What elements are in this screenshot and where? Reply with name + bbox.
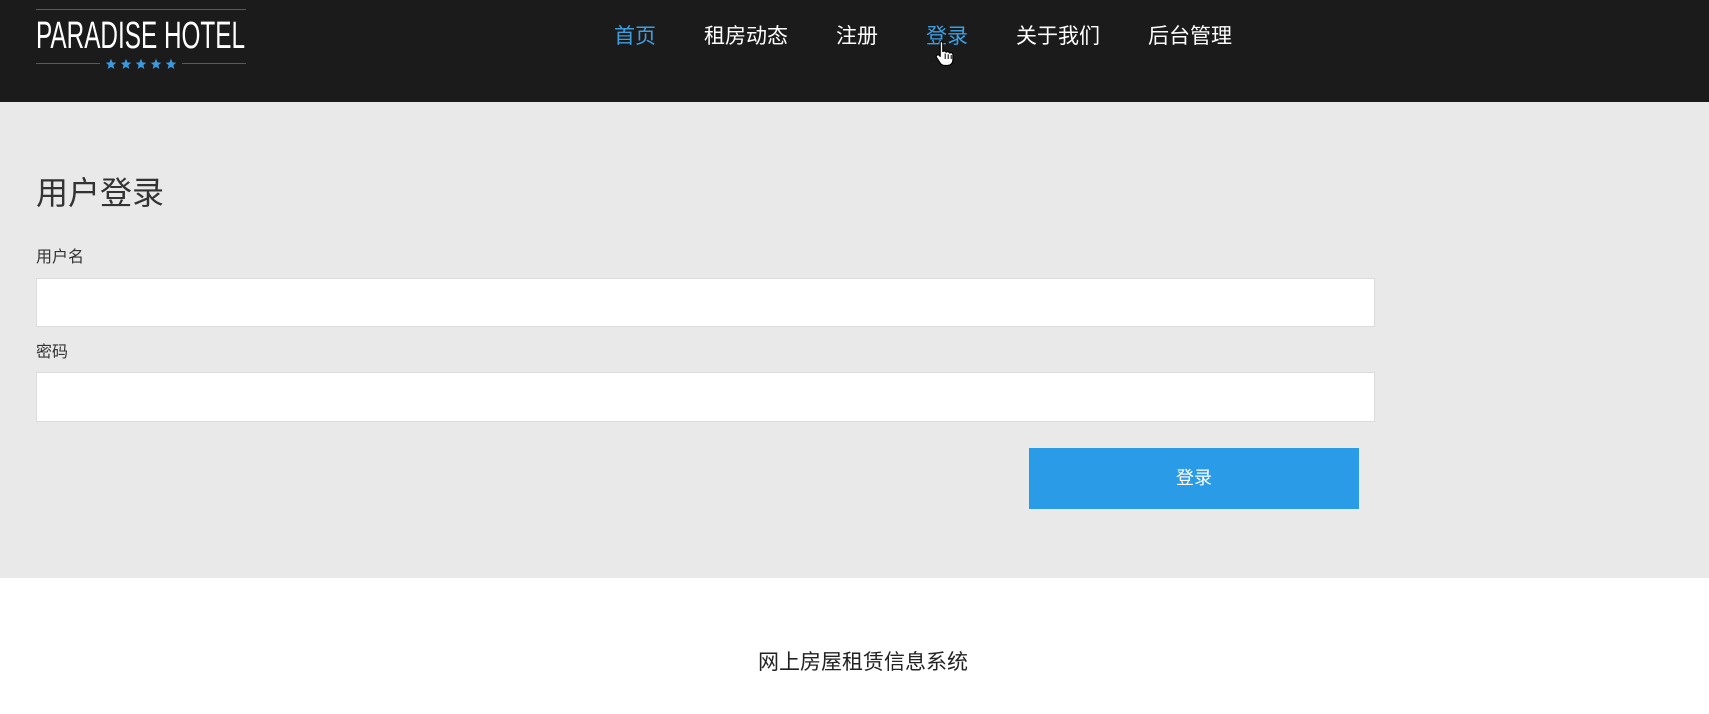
username-input[interactable]	[36, 278, 1375, 327]
star-icon	[120, 58, 132, 69]
nav-item-login[interactable]: 登录	[926, 26, 968, 47]
logo-divider-left	[36, 63, 100, 64]
nav-item-admin[interactable]: 后台管理	[1148, 26, 1232, 47]
footer: 网上房屋租赁信息系统	[0, 578, 1709, 714]
hotel-logo[interactable]: PARADISE HOTEL	[36, 9, 246, 71]
logo-divider-right	[182, 63, 246, 64]
nav-item-register[interactable]: 注册	[836, 26, 878, 47]
nav-item-home[interactable]: 首页	[614, 26, 656, 47]
main-nav: 首页 租房动态 注册 登录 关于我们 后台管理	[614, 26, 1232, 47]
top-nav-bar: PARADISE HOTEL 首页 租房动态 注册 登录 关于我们 后台管理	[0, 0, 1709, 102]
footer-system-name: 网上房屋租赁信息系统	[758, 650, 968, 674]
login-button[interactable]: 登录	[1029, 448, 1359, 509]
login-section: 用户登录 用户名 密码 登录	[0, 102, 1709, 578]
logo-divider-top	[36, 9, 246, 10]
logo-text: PARADISE HOTEL	[36, 15, 246, 57]
password-label: 密码	[36, 342, 69, 361]
page-title: 用户登录	[36, 174, 165, 212]
nav-item-rental-news[interactable]: 租房动态	[704, 26, 788, 47]
star-icon	[105, 58, 117, 69]
star-icon	[135, 58, 147, 69]
nav-item-about-us[interactable]: 关于我们	[1016, 26, 1100, 47]
star-icon	[150, 58, 162, 69]
username-label: 用户名	[36, 247, 85, 266]
password-input[interactable]	[36, 372, 1375, 422]
logo-stars	[105, 58, 177, 70]
star-icon	[165, 58, 177, 69]
